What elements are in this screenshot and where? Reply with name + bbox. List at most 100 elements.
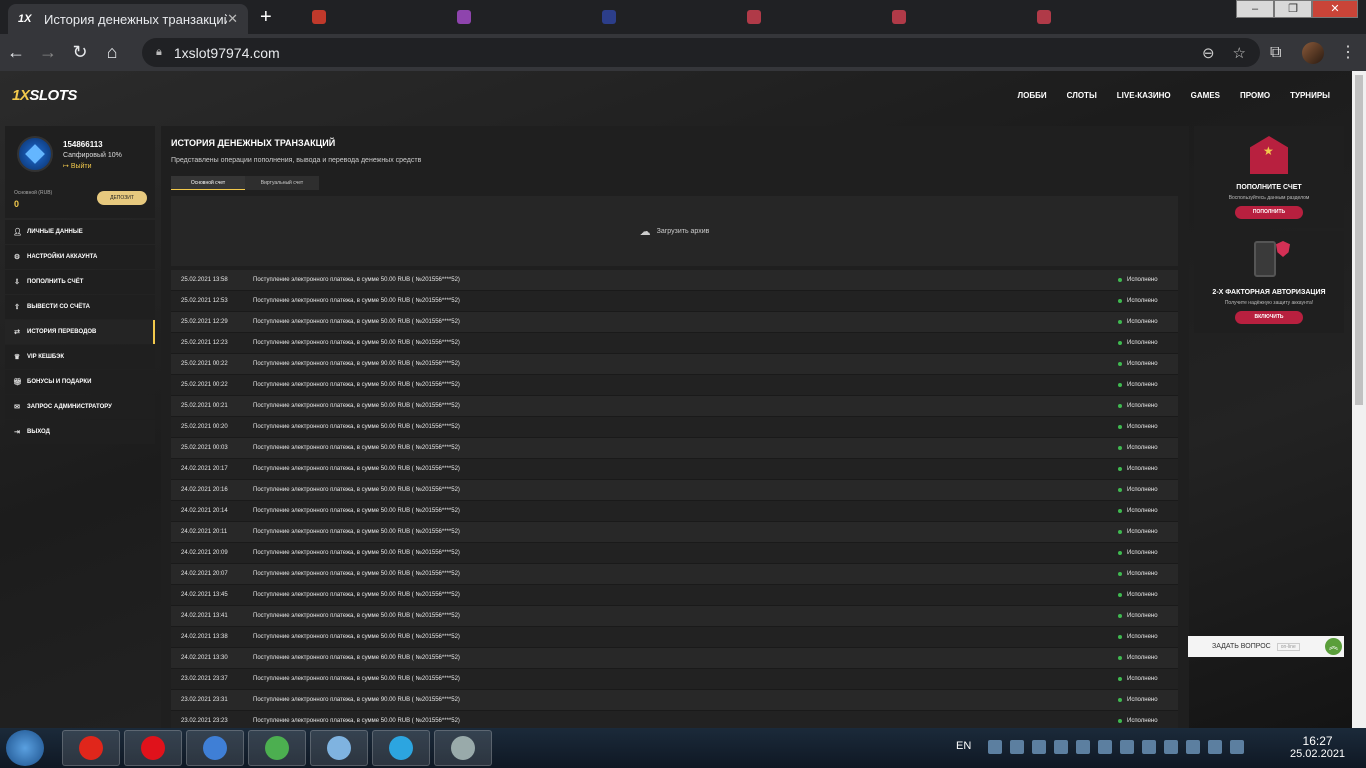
minimize-button[interactable]: – (1236, 0, 1274, 18)
browser-menu-icon[interactable]: ⋮ (1340, 42, 1356, 62)
tray-icon[interactable] (1164, 740, 1178, 754)
tx-status: Исполнено (1118, 634, 1178, 640)
new-tab-button[interactable]: + (260, 7, 272, 27)
forward-button[interactable]: → (32, 42, 64, 63)
tab-active[interactable]: 1X История денежных транзакций ✕ (8, 4, 248, 34)
tray-icon[interactable] (1142, 740, 1156, 754)
bookmark-star-icon[interactable]: ☆ (1233, 44, 1246, 62)
sidebar-item[interactable]: ♛ VIP КЕШБЭК (5, 345, 155, 369)
system-clock[interactable]: 16:27 25.02.2021 (1290, 734, 1345, 760)
taskbar-app[interactable] (186, 730, 244, 766)
nav-item[interactable]: ЛОББИ (1018, 91, 1047, 100)
logout-link[interactable]: ↦ Выйти (63, 162, 92, 170)
sapphire-rank-icon (17, 136, 53, 172)
sidebar-item[interactable]: ✉ ЗАПРОС АДМИНИСТРАТОРУ (5, 395, 155, 419)
maximize-button[interactable]: ❐ (1274, 0, 1312, 18)
tx-description: Поступление электронного платежа, в сумм… (253, 340, 460, 346)
deposit-button[interactable]: ДЕПОЗИТ (97, 191, 147, 205)
background-tab[interactable] (312, 7, 326, 27)
tx-description: Поступление электронного платежа, в сумм… (253, 613, 460, 619)
start-button[interactable] (6, 730, 44, 766)
tray-icon[interactable] (1076, 740, 1090, 754)
sidebar-item-label: НАСТРОЙКИ АККАУНТА (27, 254, 98, 260)
background-tab[interactable] (457, 7, 471, 27)
network-icon[interactable] (1208, 740, 1222, 754)
tx-date: 23.02.2021 23:37 (181, 676, 228, 682)
chevron-up-icon[interactable]: ︽ (1325, 638, 1342, 655)
scrollbar-thumb[interactable] (1355, 75, 1363, 405)
sidebar-item[interactable]: 👤︎ ЛИЧНЫЕ ДАННЫЕ (5, 220, 155, 244)
status-dot-icon (1118, 551, 1122, 555)
site-logo[interactable]: 1XSLOTS (12, 87, 77, 104)
tray-icon[interactable] (1186, 740, 1200, 754)
tx-status-label: Исполнено (1127, 445, 1158, 451)
taskbar-app[interactable] (62, 730, 120, 766)
tx-status-label: Исполнено (1127, 718, 1158, 724)
language-indicator[interactable]: EN (956, 740, 971, 752)
tray-icon[interactable] (1032, 740, 1046, 754)
taskbar-app[interactable] (372, 730, 430, 766)
status-dot-icon (1118, 467, 1122, 471)
sidebar-item[interactable]: ⇩ ПОПОЛНИТЬ СЧЁТ (5, 270, 155, 294)
tx-date: 25.02.2021 00:03 (181, 445, 228, 451)
deposit-widget-button[interactable]: ПОПОЛНИТЬ (1235, 206, 1303, 219)
nav-item[interactable]: GAMES (1191, 91, 1220, 100)
twofa-widget: 2-Х ФАКТОРНАЯ АВТОРИЗАЦИЯ Получите надёж… (1194, 231, 1344, 333)
address-bar[interactable]: 🔒︎ 1xslot97974.com ⊖ ☆ (142, 38, 1260, 67)
nav-item[interactable]: ТУРНИРЫ (1290, 91, 1330, 100)
nav-item[interactable]: ПРОМО (1240, 91, 1270, 100)
extensions-icon[interactable]: ⧉ (1270, 44, 1281, 62)
sidebar-item[interactable]: ⚙ НАСТРОЙКИ АККАУНТА (5, 245, 155, 269)
table-row: 25.02.2021 12:53 Поступление электронного… (171, 291, 1178, 312)
flag-icon[interactable] (1054, 740, 1068, 754)
lock-icon[interactable]: 🔒︎ (156, 46, 162, 59)
tx-status-label: Исполнено (1127, 319, 1158, 325)
chrome-icon (265, 736, 289, 760)
tx-status: Исполнено (1118, 466, 1178, 472)
status-dot-icon (1118, 677, 1122, 681)
status-dot-icon (1118, 614, 1122, 618)
close-tab-icon[interactable]: ✕ (227, 11, 238, 27)
background-tab[interactable] (747, 7, 761, 27)
tx-description: Поступление электронного платежа, в сумм… (253, 277, 460, 283)
tx-status: Исполнено (1118, 613, 1178, 619)
sidebar-item[interactable]: ⇧ ВЫВЕСТИ СО СЧЁТА (5, 295, 155, 319)
tab-favicon-icon (312, 10, 326, 24)
sidebar-item[interactable]: ⇥ ВЫХОД (5, 420, 155, 444)
tray-icon[interactable] (1098, 740, 1112, 754)
status-dot-icon (1118, 656, 1122, 660)
tab-virtual-account[interactable]: Виртуальный счет (245, 176, 319, 190)
tx-date: 23.02.2021 23:23 (181, 718, 228, 724)
sidebar-item[interactable]: ⇄ ИСТОРИЯ ПЕРЕВОДОВ (5, 320, 155, 344)
telegram-icon (389, 736, 413, 760)
tab-main-account[interactable]: Основной счет (171, 176, 245, 190)
zoom-icon[interactable]: ⊖ (1202, 44, 1215, 62)
background-tab[interactable] (602, 7, 616, 27)
tray-icon[interactable] (988, 740, 1002, 754)
background-tab[interactable] (892, 7, 906, 27)
tx-date: 24.02.2021 20:09 (181, 550, 228, 556)
close-window-button[interactable]: ✕ (1312, 0, 1358, 18)
url-text[interactable]: 1xslot97974.com (174, 45, 1184, 61)
profile-avatar[interactable] (1302, 42, 1324, 64)
tray-icon[interactable] (1120, 740, 1134, 754)
page-scrollbar[interactable] (1352, 71, 1366, 728)
download-archive-button[interactable]: ☁ Загрузить архив (171, 196, 1178, 266)
twofa-enable-button[interactable]: ВКЛЮЧИТЬ (1235, 311, 1303, 324)
back-button[interactable]: ← (0, 42, 32, 63)
taskbar-app[interactable] (248, 730, 306, 766)
volume-icon[interactable] (1230, 740, 1244, 754)
support-chat-button[interactable]: ЗАДАТЬ ВОПРОС on-line ︽ (1188, 636, 1344, 657)
reload-button[interactable]: ↻ (64, 42, 96, 63)
home-button[interactable]: ⌂ (96, 42, 128, 63)
tray-icon[interactable] (1010, 740, 1024, 754)
nav-item[interactable]: СЛОТЫ (1067, 91, 1097, 100)
background-tab[interactable] (1037, 7, 1051, 27)
taskbar-app[interactable] (124, 730, 182, 766)
taskbar-app[interactable] (434, 730, 492, 766)
sidebar-item[interactable]: 🎁︎ БОНУСЫ И ПОДАРКИ (5, 370, 155, 394)
taskbar-app[interactable] (310, 730, 368, 766)
status-dot-icon (1118, 362, 1122, 366)
nav-item[interactable]: LIVE-КАЗИНО (1117, 91, 1171, 100)
gift-icon: 🎁︎ (13, 379, 22, 386)
